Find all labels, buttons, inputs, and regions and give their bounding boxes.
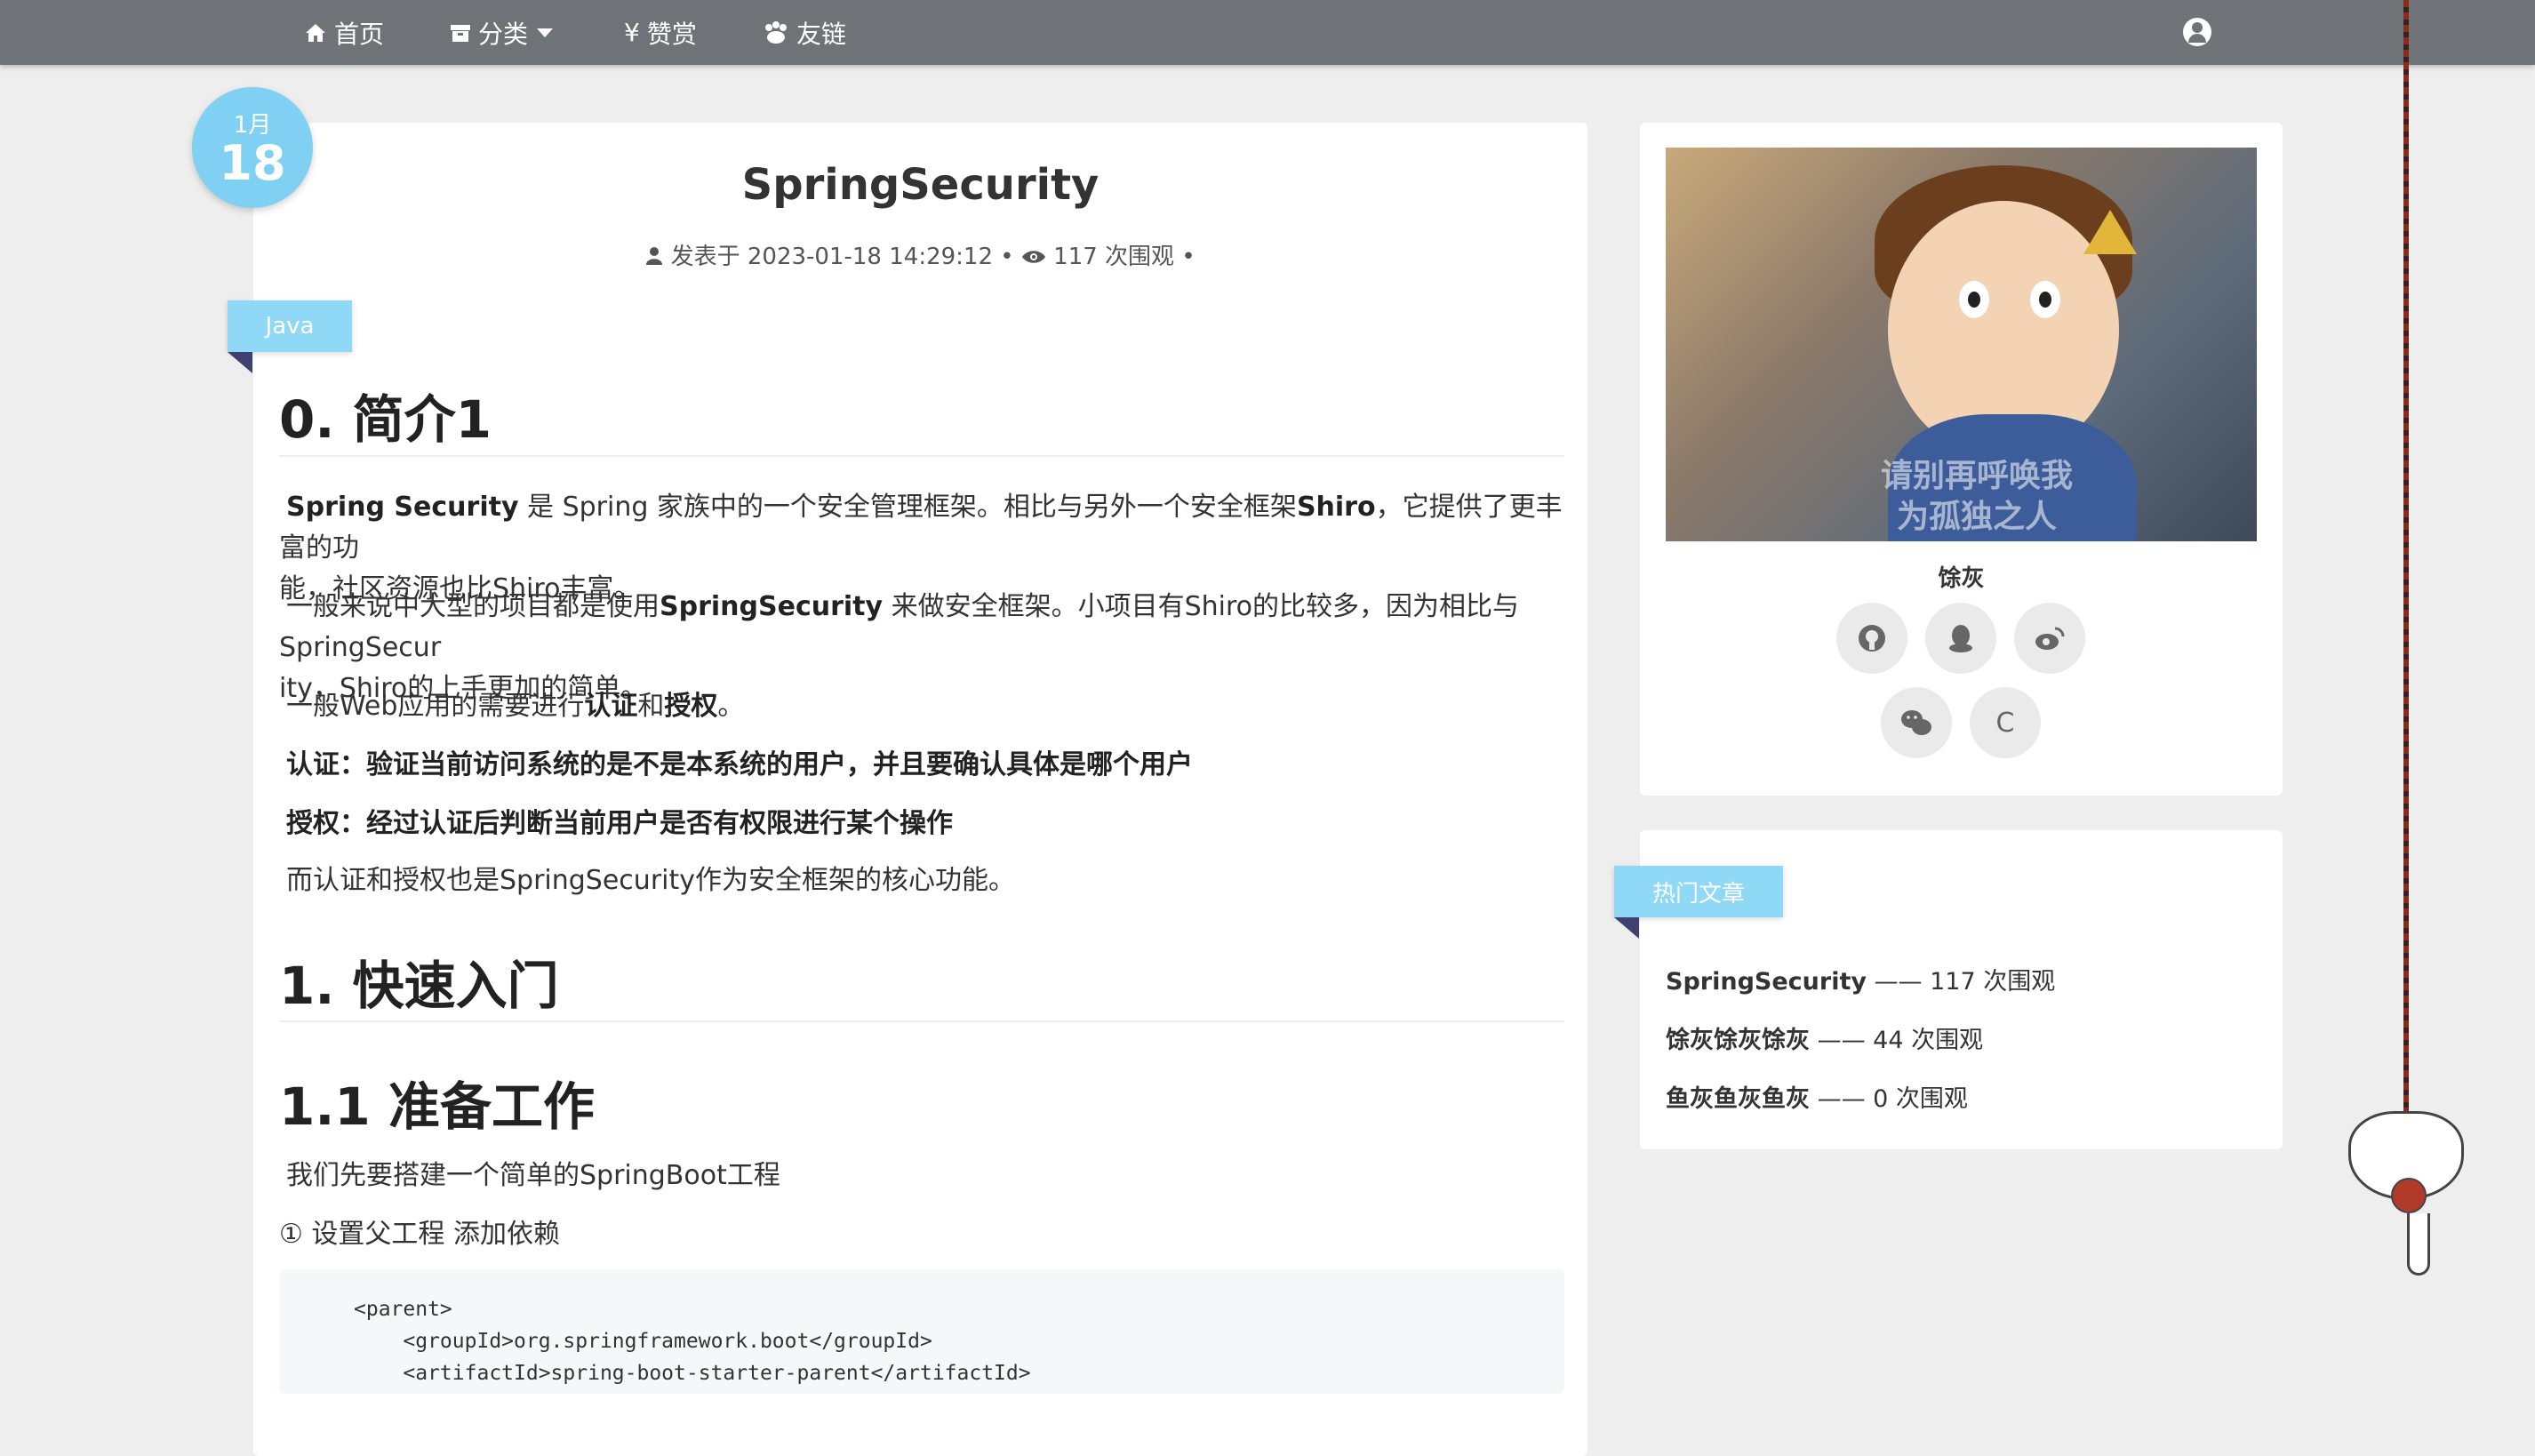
nav-category[interactable]: 分类 (450, 0, 555, 65)
nav-home-label: 首页 (334, 19, 385, 49)
meta-end-separator: • (1181, 244, 1196, 270)
p2-text-1: 一般来说中大型的项目都是使用 (286, 591, 660, 622)
hot-article-item[interactable]: 馀灰馀灰馀灰 —— 44 次围观 (1666, 1020, 1983, 1055)
heading-divider (279, 1020, 1564, 1022)
nav-friend-links-label: 友链 (796, 19, 847, 49)
p4-bold: 认证：验证当前访问系统的是不是本系统的用户，并且要确认具体是哪个用户 (286, 749, 1193, 780)
hot-article-views: —— 0 次围观 (1810, 1085, 1968, 1113)
hot-article-title: 馀灰馀灰馀灰 (1666, 1027, 1810, 1054)
nav-category-label: 分类 (478, 19, 529, 49)
qq-icon[interactable] (1925, 603, 1996, 674)
post-published-at: 2023-01-18 14:29:12 (747, 244, 994, 270)
code-line: <artifactId>spring-boot-starter-parent</… (354, 1362, 1031, 1385)
avatar-caption-1: 请别再呼唤我 (1880, 458, 2073, 494)
caret-down-icon (537, 28, 554, 37)
code-line: <parent> (354, 1298, 452, 1321)
ribbon-fold (1614, 917, 1639, 939)
paragraph-5: 授权：经过认证后判断当前用户是否有权限进行某个操作 (279, 804, 1564, 844)
hot-articles-title: 热门文章 (1614, 866, 1783, 917)
p3-text-1: 一般Web应用的需要进行 (286, 691, 585, 722)
hot-article-item[interactable]: SpringSecurity —— 117 次围观 (1666, 962, 2055, 996)
hot-articles-title-label: 热门文章 (1651, 880, 1745, 908)
p3-bold-1: 认证 (584, 691, 638, 722)
nav-friend-links[interactable]: 友链 (763, 0, 846, 65)
github-icon[interactable] (1836, 603, 1907, 674)
hot-article-views: —— 117 次围观 (1866, 968, 2056, 996)
hot-article-title: 鱼灰鱼灰鱼灰 (1666, 1085, 1810, 1113)
heading-quickstart: 1. 快速入门 (279, 956, 559, 1016)
heading-intro: 0. 简介1 (279, 389, 492, 450)
hot-article-views: —— 44 次围观 (1810, 1027, 1984, 1054)
profile-avatar-image: 请别再呼唤我 为孤独之人 (1666, 148, 2257, 541)
avatar-caption-2: 为孤独之人 (1896, 499, 2057, 535)
wechat-icon[interactable] (1881, 687, 1952, 758)
paragraph-6: 而认证和授权也是SpringSecurity作为安全框架的核心功能。 (286, 865, 1016, 896)
heading-preparation: 1.1 准备工作 (279, 1076, 595, 1137)
p1-text-1: 是 Spring 家族中的一个安全管理框架。相比与另外一个安全框架 (518, 492, 1297, 523)
paragraph-4: 认证：验证当前访问系统的是不是本系统的用户，并且要确认具体是哪个用户 (279, 745, 1564, 786)
p2-bold-1: SpringSecurity (660, 591, 884, 622)
paragraph-8: ① 设置父工程 添加依赖 (279, 1219, 560, 1250)
user-circle-icon[interactable] (2183, 18, 2211, 46)
crown-shape (2083, 210, 2137, 254)
category-tag-label: Java (265, 313, 315, 340)
meta-separator: • (1000, 244, 1014, 270)
c-link-icon[interactable]: C (1970, 687, 2041, 758)
cat-tail (2407, 1213, 2430, 1276)
author-name: 馀灰 (1938, 565, 1985, 592)
ribbon-fold (228, 352, 252, 373)
category-tag[interactable]: Java (228, 300, 352, 352)
heading-divider (279, 455, 1564, 457)
paw-icon (765, 20, 787, 44)
nav-donate[interactable]: ¥ 赞赏 (624, 0, 697, 65)
nav-donate-label: 赞赏 (646, 19, 697, 49)
p3-bold-2: 授权 (664, 691, 718, 722)
post-views: 117 次围观 (1053, 244, 1175, 270)
code-line: <groupId>org.springframework.boot</group… (354, 1330, 932, 1353)
p5-bold: 授权：经过认证后判断当前用户是否有权限进行某个操作 (286, 808, 953, 839)
user-icon (646, 247, 663, 265)
p3-text-3: 。 (717, 691, 745, 722)
post-title: SpringSecurity (741, 160, 1100, 210)
weibo-icon[interactable] (2014, 603, 2085, 674)
post-card (253, 123, 1587, 1456)
paragraph-7: 我们先要搭建一个简单的SpringBoot工程 (286, 1160, 780, 1191)
archive-icon (451, 24, 470, 42)
back-to-top-rope[interactable] (2403, 0, 2409, 1120)
cat-knot (2391, 1178, 2427, 1213)
p1-bold-2: Shiro (1296, 492, 1376, 523)
yen-icon: ¥ (624, 18, 640, 47)
hot-article-item[interactable]: 鱼灰鱼灰鱼灰 —— 0 次围观 (1666, 1079, 1968, 1114)
nav-home[interactable]: 首页 (304, 0, 384, 65)
top-navbar: 首页 分类 ¥ 赞赏 友链 (0, 0, 2535, 65)
p3-text-2: 和 (637, 691, 665, 722)
p1-bold-1: Spring Security (286, 492, 519, 523)
hot-article-title: SpringSecurity (1666, 968, 1867, 996)
paragraph-3: 一般Web应用的需要进行认证和授权。 (279, 686, 1564, 727)
code-block: <parent> <groupId>org.springframework.bo… (279, 1269, 1564, 1394)
c-link-label: C (1995, 707, 2015, 739)
post-meta: 发表于 2023-01-18 14:29:12 • 117 次围观 • (253, 238, 1587, 271)
home-icon (306, 23, 325, 42)
eye-icon (1021, 251, 1045, 263)
post-published-prefix: 发表于 (670, 244, 740, 270)
